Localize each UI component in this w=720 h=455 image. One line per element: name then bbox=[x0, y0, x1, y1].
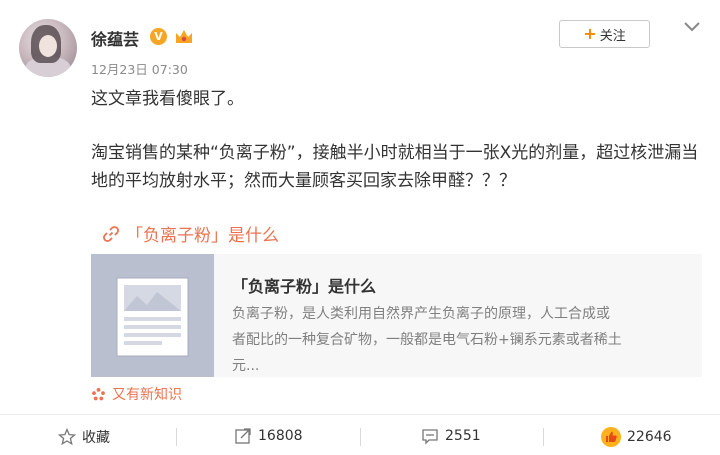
comment-icon bbox=[422, 429, 438, 445]
favorite-label: 收藏 bbox=[82, 430, 110, 446]
separator bbox=[176, 428, 177, 446]
follow-button[interactable]: + 关注 bbox=[559, 20, 650, 48]
article-link-text: 「负离子粉」是什么 bbox=[126, 226, 279, 246]
avatar[interactable] bbox=[19, 19, 77, 77]
document-icon bbox=[116, 277, 189, 357]
crown-icon bbox=[176, 30, 192, 43]
topic-tag[interactable]: 又有新知识 bbox=[91, 384, 182, 404]
topic-tag-label: 又有新知识 bbox=[112, 387, 182, 403]
sparkle-icon bbox=[92, 387, 105, 400]
separator bbox=[543, 428, 544, 446]
chain-link-icon bbox=[103, 225, 119, 242]
username[interactable]: 徐蕴芸 bbox=[91, 26, 139, 50]
repost-button[interactable]: 16808 bbox=[234, 427, 303, 445]
comment-count: 2551 bbox=[445, 428, 481, 444]
verified-badge-icon: V bbox=[150, 28, 167, 45]
repost-count: 16808 bbox=[258, 428, 303, 444]
follow-label: 关注 bbox=[599, 28, 626, 44]
post-timestamp[interactable]: 12月23日 07:30 bbox=[91, 59, 188, 78]
favorite-button[interactable]: 收藏 bbox=[58, 427, 110, 447]
star-icon bbox=[58, 428, 76, 446]
separator bbox=[360, 428, 361, 446]
post-text-paragraph: 淘宝销售的某种“负离子粉”，接触半小时就相当于一张X光的剂量，超过核泄漏当地的平… bbox=[91, 143, 699, 191]
card-title: 「负离子粉」是什么 bbox=[232, 277, 377, 296]
action-bar: 收藏 16808 2551 22646 bbox=[0, 415, 720, 455]
post-text-line: 这文章我看傻眼了。 bbox=[91, 89, 244, 109]
article-card[interactable]: 「负离子粉」是什么 负离子粉，是人类利用自然界产生负离子的原理，人工合成或者配比… bbox=[91, 254, 702, 377]
like-button[interactable]: 22646 bbox=[601, 427, 672, 447]
chevron-down-icon[interactable] bbox=[682, 20, 702, 34]
card-description: 负离子粉，是人类利用自然界产生负离子的原理，人工合成或者配比的一种复合矿物，一般… bbox=[232, 306, 622, 374]
article-thumbnail bbox=[91, 254, 214, 377]
like-count: 22646 bbox=[627, 429, 672, 445]
thumbs-up-icon bbox=[601, 427, 621, 447]
article-link[interactable]: 「负离子粉」是什么 bbox=[102, 221, 279, 246]
share-icon bbox=[235, 428, 251, 444]
plus-icon: + bbox=[583, 24, 597, 43]
comment-button[interactable]: 2551 bbox=[421, 427, 481, 445]
